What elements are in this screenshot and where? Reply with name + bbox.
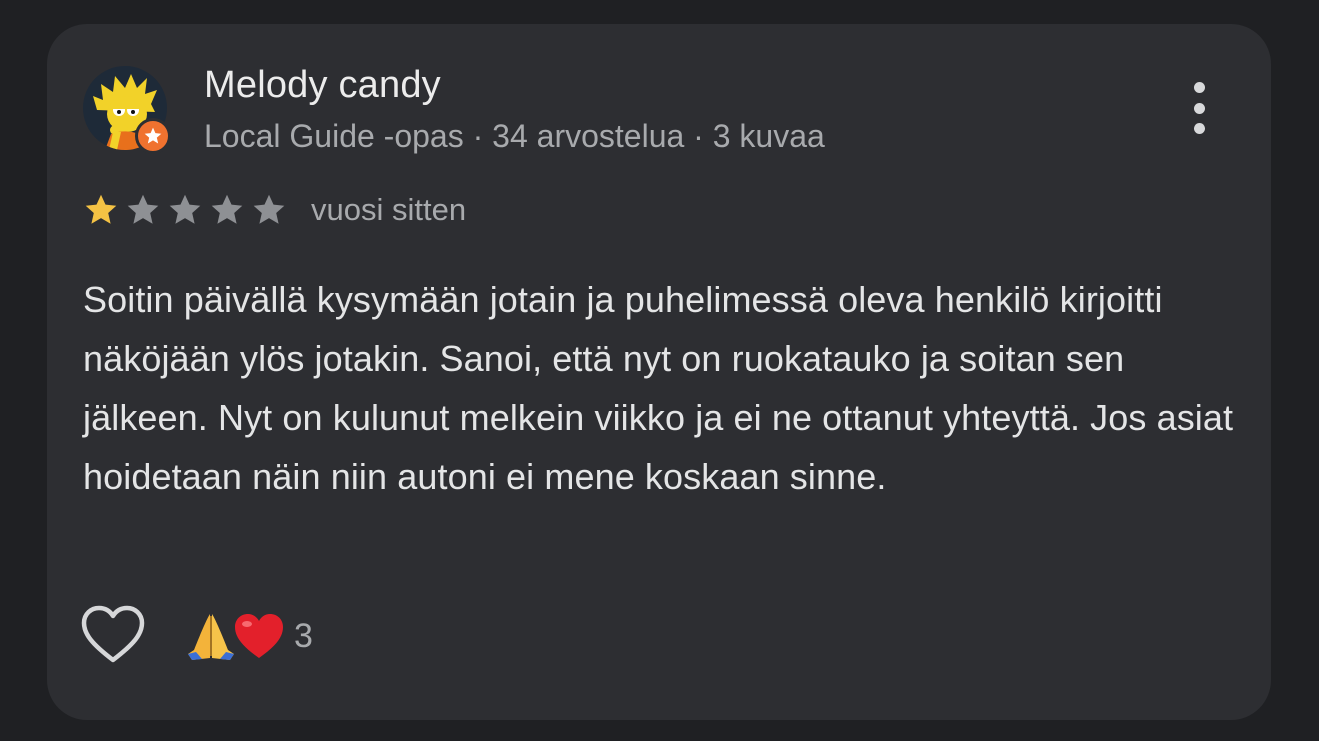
star-filled-icon [85,194,117,224]
like-button[interactable] [80,604,146,666]
star-empty-icon [211,194,243,224]
more-options-button[interactable] [1177,78,1221,138]
author-name[interactable]: Melody candy [204,64,441,107]
author-meta: Local Guide -opas · 34 arvostelua · 3 ku… [204,118,825,154]
star-empty-icon [169,194,201,224]
reaction-count: 3 [294,616,313,655]
author-avatar[interactable] [83,66,171,154]
local-guide-star-badge-icon [135,118,171,154]
red-heart-icon [235,614,283,658]
reactions-summary[interactable]: 3 [184,610,313,662]
review-text: Soitin päivällä kysymään jotain ja puhel… [83,279,1234,497]
folded-hands-icon [188,614,234,660]
more-vertical-icon [1193,82,1205,93]
star-rating [83,192,293,228]
review-time: vuosi sitten [311,192,467,227]
star-empty-icon [253,194,285,224]
heart-outline-icon [81,605,145,663]
review-card: Melody candy Local Guide -opas · 34 arvo… [47,24,1271,720]
star-empty-icon [127,194,159,224]
